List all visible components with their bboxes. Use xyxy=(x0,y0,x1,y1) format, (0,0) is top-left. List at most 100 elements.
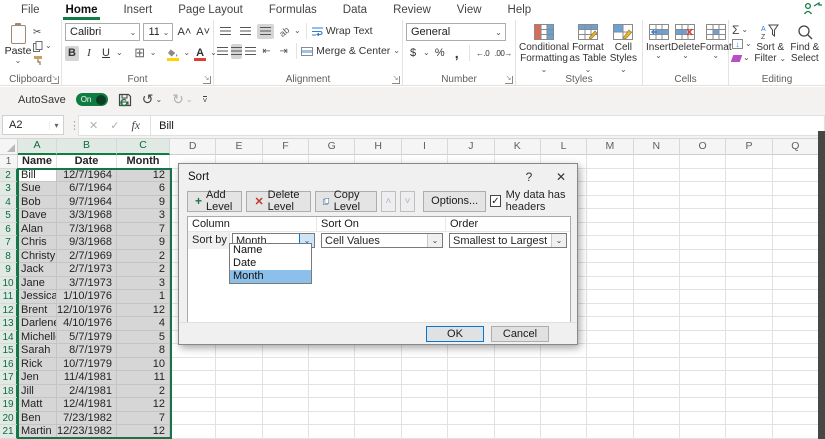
font-name-combobox[interactable]: Calibri ⌄ xyxy=(65,23,140,41)
cell[interactable] xyxy=(773,155,819,169)
cell[interactable]: Dave xyxy=(18,209,57,223)
cell[interactable] xyxy=(680,331,726,345)
cell[interactable] xyxy=(634,358,680,372)
cell[interactable] xyxy=(355,425,401,439)
cell[interactable] xyxy=(263,398,309,412)
cell[interactable]: 3 xyxy=(117,277,170,291)
cell[interactable] xyxy=(448,412,494,426)
column-header-q[interactable]: Q xyxy=(773,139,819,155)
cell[interactable] xyxy=(587,236,633,250)
order-combobox[interactable]: Smallest to Largest ⌄ xyxy=(449,233,567,248)
format-painter-button[interactable] xyxy=(33,54,52,66)
close-icon[interactable]: ✕ xyxy=(545,170,577,184)
cell[interactable] xyxy=(448,358,494,372)
cell[interactable] xyxy=(634,412,680,426)
tab-help[interactable]: Help xyxy=(495,1,545,20)
cancel-button[interactable]: Cancel xyxy=(491,326,549,342)
delete-cells-button[interactable]: Delete ⌄ xyxy=(671,23,700,70)
add-level-button[interactable]: + Add Level xyxy=(187,191,242,212)
number-format-combobox[interactable]: General ⌄ xyxy=(406,23,506,41)
accounting-format-button[interactable]: $ xyxy=(406,46,420,61)
cell[interactable]: Matt xyxy=(18,398,57,412)
cell[interactable]: 7 xyxy=(117,223,170,237)
cell[interactable] xyxy=(773,331,819,345)
dropdown-option-name[interactable]: Name xyxy=(230,244,311,257)
cell[interactable] xyxy=(680,344,726,358)
cell[interactable] xyxy=(773,196,819,210)
cell[interactable] xyxy=(448,385,494,399)
cell[interactable] xyxy=(634,196,680,210)
cell[interactable] xyxy=(634,290,680,304)
cell[interactable] xyxy=(726,358,772,372)
cell[interactable] xyxy=(309,358,355,372)
column-header-e[interactable]: E xyxy=(216,139,262,155)
cell[interactable] xyxy=(634,398,680,412)
cell[interactable] xyxy=(680,277,726,291)
cell[interactable]: 7/23/1982 xyxy=(57,412,117,426)
cell[interactable] xyxy=(355,398,401,412)
cell[interactable]: 3 xyxy=(117,209,170,223)
cell[interactable]: 2 xyxy=(117,385,170,399)
row-number-4[interactable]: 4 xyxy=(0,196,18,210)
cell[interactable] xyxy=(680,290,726,304)
cell[interactable] xyxy=(587,169,633,183)
cell[interactable] xyxy=(726,223,772,237)
cell[interactable]: Jane xyxy=(18,277,57,291)
cell[interactable]: 11/4/1981 xyxy=(57,371,117,385)
cell[interactable] xyxy=(541,358,587,372)
cell[interactable] xyxy=(216,358,262,372)
row-number-20[interactable]: 20 xyxy=(0,412,18,426)
cell[interactable] xyxy=(355,358,401,372)
cell[interactable] xyxy=(263,425,309,439)
autosum-button[interactable]: Σ⌄ xyxy=(732,24,754,36)
cell[interactable] xyxy=(634,331,680,345)
cell[interactable] xyxy=(402,385,448,399)
cell[interactable] xyxy=(773,425,819,439)
cell[interactable] xyxy=(773,385,819,399)
cell[interactable] xyxy=(726,331,772,345)
cell[interactable] xyxy=(495,412,541,426)
cell[interactable] xyxy=(587,425,633,439)
cell[interactable]: Ben xyxy=(18,412,57,426)
cell[interactable]: 11 xyxy=(117,371,170,385)
cell[interactable] xyxy=(587,182,633,196)
confirm-entry-icon[interactable]: ✓ xyxy=(110,119,119,132)
cell[interactable] xyxy=(587,344,633,358)
cell[interactable]: Name xyxy=(18,155,57,169)
cell[interactable]: 6 xyxy=(117,182,170,196)
cell[interactable] xyxy=(726,169,772,183)
underline-button[interactable]: U xyxy=(99,46,113,61)
cell[interactable] xyxy=(541,398,587,412)
cell[interactable] xyxy=(726,277,772,291)
row-number-18[interactable]: 18 xyxy=(0,385,18,399)
cell[interactable] xyxy=(726,304,772,318)
cell[interactable] xyxy=(726,263,772,277)
cell[interactable] xyxy=(495,398,541,412)
cell[interactable] xyxy=(726,182,772,196)
tab-review[interactable]: Review xyxy=(380,1,444,20)
dropdown-option-month[interactable]: Month xyxy=(230,270,311,283)
cell[interactable] xyxy=(680,209,726,223)
cell[interactable]: Jack xyxy=(18,263,57,277)
select-all-corner[interactable] xyxy=(0,139,18,155)
cell[interactable] xyxy=(680,317,726,331)
cell[interactable] xyxy=(726,425,772,439)
cell[interactable]: 2/7/1973 xyxy=(57,263,117,277)
column-header-l[interactable]: L xyxy=(541,139,587,155)
cell[interactable] xyxy=(216,344,262,358)
orientation-button[interactable]: ab xyxy=(274,21,294,41)
cell[interactable] xyxy=(495,344,541,358)
cell[interactable] xyxy=(541,425,587,439)
align-center-button[interactable] xyxy=(231,44,242,59)
cell[interactable] xyxy=(773,398,819,412)
row-number-3[interactable]: 3 xyxy=(0,182,18,196)
cell[interactable] xyxy=(680,263,726,277)
cell[interactable] xyxy=(680,371,726,385)
paste-button[interactable]: Paste ⌄ xyxy=(3,23,33,70)
cell[interactable] xyxy=(587,223,633,237)
bold-button[interactable]: B xyxy=(65,46,79,61)
row-number-15[interactable]: 15 xyxy=(0,344,18,358)
cell[interactable] xyxy=(680,196,726,210)
cell[interactable] xyxy=(587,371,633,385)
conditional-formatting-button[interactable]: Conditional Formatting ⌄ xyxy=(519,23,569,70)
